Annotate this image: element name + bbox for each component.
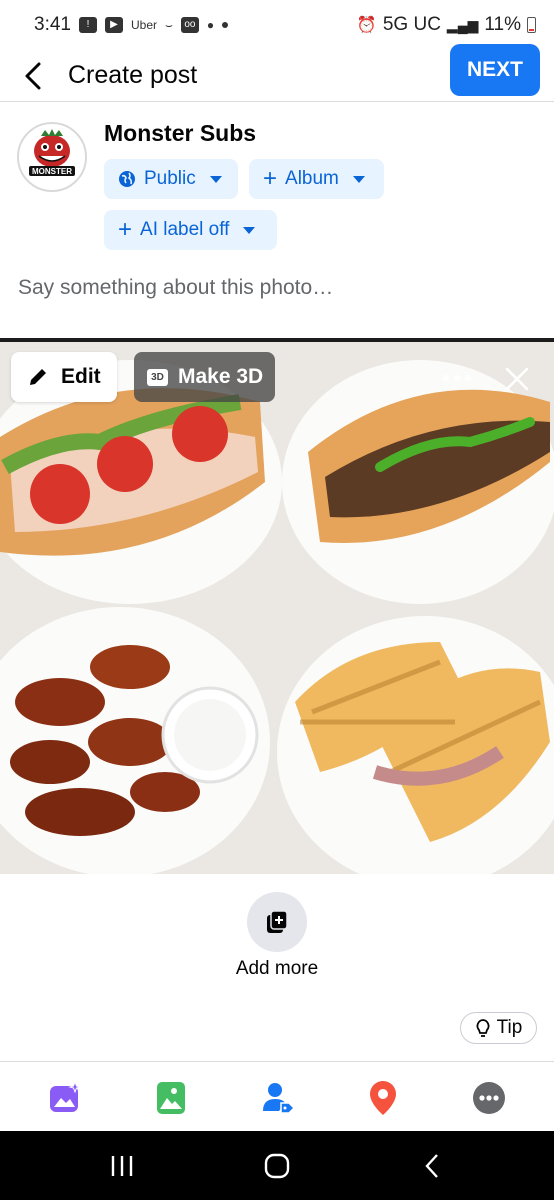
check-in-button[interactable]: [363, 1078, 403, 1118]
signal-icon: ▂▄▆: [446, 16, 479, 33]
plus-icon: +: [118, 216, 133, 243]
tip-label: Tip: [496, 1017, 523, 1038]
album-label: Album: [285, 168, 339, 189]
status-right: ⏰ 5G UC ▂▄▆ 11%: [357, 14, 536, 36]
post-photo[interactable]: [0, 342, 554, 874]
more-options-button[interactable]: [469, 1078, 509, 1118]
svg-text:MONSTER: MONSTER: [32, 167, 72, 176]
make-3d-label: Make 3D: [178, 365, 264, 388]
more-options-icon: [473, 1082, 505, 1114]
edit-button[interactable]: Edit: [11, 352, 117, 402]
ai-image-icon: [50, 1081, 82, 1112]
make-3d-button[interactable]: 3D Make 3D: [134, 352, 275, 402]
food-photo-image: [0, 342, 554, 874]
pencil-icon: [30, 369, 46, 385]
next-button[interactable]: NEXT: [450, 44, 540, 96]
ai-label-text: AI label off: [140, 219, 230, 240]
tag-people-icon: [263, 1083, 295, 1114]
home-icon: [264, 1153, 290, 1179]
home-button[interactable]: [257, 1151, 297, 1181]
status-time: 3:41: [34, 14, 71, 35]
remove-photo-button[interactable]: [501, 363, 533, 395]
caret-down-icon: [352, 175, 365, 183]
add-media-icon: [267, 910, 288, 933]
alarm-icon: ⏰: [356, 17, 377, 34]
caret-down-icon: [243, 226, 256, 234]
globe-icon: [119, 171, 135, 187]
status-bar: 3:41 ! ▶ Uber ⌣ oo ● ⏰ 5G UC ▂▄▆ 11%: [0, 0, 554, 50]
uber-icon: Uber: [130, 18, 157, 32]
more-notifications-icon: [222, 22, 229, 28]
lightbulb-icon: [476, 1019, 490, 1037]
add-more-button[interactable]: [247, 892, 307, 952]
ai-image-button[interactable]: [45, 1078, 85, 1118]
privacy-dropdown[interactable]: Public: [104, 159, 238, 199]
dot-icon: [465, 375, 471, 381]
back-button[interactable]: [0, 50, 68, 102]
edit-label: Edit: [61, 365, 101, 388]
recent-apps-icon: [111, 1156, 133, 1176]
composer-toolbar: [0, 1061, 554, 1131]
monster-logo-icon: MONSTER: [22, 127, 82, 187]
youtube-icon: ▶: [104, 17, 123, 33]
header: Create post NEXT: [0, 44, 554, 102]
add-more-label[interactable]: Add more: [200, 958, 354, 980]
chevron-left-icon: [25, 62, 41, 89]
close-icon: [505, 367, 529, 391]
network-label: 5G UC: [382, 14, 441, 35]
avatar[interactable]: MONSTER: [17, 122, 87, 192]
reddit-icon: ●: [206, 18, 215, 32]
photo-more-options-button[interactable]: [438, 366, 476, 390]
recent-apps-button[interactable]: [102, 1151, 142, 1181]
amazon-icon: ⌣: [165, 17, 173, 32]
alert-icon: !: [78, 17, 97, 33]
voicemail-icon: oo: [180, 17, 199, 33]
battery-icon: [527, 17, 536, 33]
tag-people-button[interactable]: [258, 1078, 298, 1118]
dot-icon: [454, 375, 460, 381]
system-back-button[interactable]: [412, 1151, 452, 1181]
3d-icon: 3D: [147, 368, 168, 386]
album-dropdown[interactable]: + Album: [249, 159, 384, 199]
caret-down-icon: [209, 175, 222, 183]
ai-label-dropdown[interactable]: + AI label off: [104, 210, 277, 250]
photo-icon: [157, 1082, 185, 1114]
author-name: Monster Subs: [104, 120, 257, 146]
status-left: 3:41 ! ▶ Uber ⌣ oo ●: [34, 14, 357, 36]
location-pin-icon: [370, 1081, 396, 1115]
back-icon: [425, 1154, 438, 1178]
caption-input[interactable]: [18, 270, 538, 306]
plus-icon: +: [263, 165, 278, 192]
privacy-label: Public: [144, 168, 196, 189]
battery-label: 11%: [484, 14, 521, 35]
tip-button[interactable]: Tip: [460, 1012, 537, 1044]
system-navigation-bar: [0, 1131, 554, 1200]
dot-icon: [443, 375, 449, 381]
photo-video-button[interactable]: [151, 1078, 191, 1118]
